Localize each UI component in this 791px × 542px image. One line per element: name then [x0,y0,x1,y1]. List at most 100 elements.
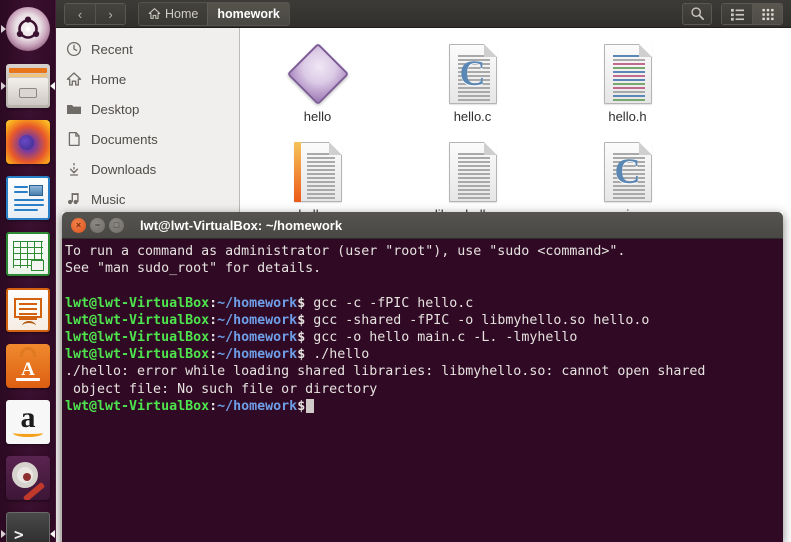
file-item-hello[interactable]: hello [240,38,395,124]
view-mode-switcher [721,2,783,25]
file-label: hello [303,109,332,124]
sidebar-item-documents[interactable]: Documents [56,124,239,154]
system-settings-icon [6,456,50,500]
close-icon: × [75,220,82,230]
ubuntu-logo-icon [6,7,50,51]
launcher-item-libreoffice-impress[interactable] [0,282,56,338]
terminal-prompt-sigil: $ [297,347,314,363]
terminal-prompt-line: lwt@lwt-VirtualBox:~/homework$ ./hello [65,346,783,363]
file-manager-header: ‹ › Home homework [56,0,791,28]
terminal-command: gcc -shared -fPIC -o libmyhello.so hello… [313,312,650,328]
maximize-button[interactable]: □ [109,217,124,233]
sidebar-item-music[interactable]: Music [56,184,239,214]
launcher-item-files[interactable] [0,58,56,114]
terminal-prompt-line: lwt@lwt-VirtualBox:~/homework$ gcc -o he… [65,329,783,346]
file-row: hello.o libmyhello.so C main.c [240,136,791,222]
terminal-left-edge [60,239,62,542]
terminal-prompt-path: ~/homework [217,295,298,311]
shared-library-file-icon [448,142,497,202]
terminal-text-line [65,277,783,294]
chevron-right-icon: › [108,7,113,22]
terminal-text-line: object file: No such file or directory [65,381,378,397]
header-tools [682,2,783,25]
terminal-output[interactable]: To run a command as administrator (user … [62,239,783,542]
terminal-text-line: See "man sudo_root" for details. [65,261,322,277]
sidebar-item-home[interactable]: Home [56,64,239,94]
terminal-prompt-colon: : [209,347,218,363]
terminal-prompt-user: lwt@lwt-VirtualBox [65,398,210,414]
launcher-pip-icon [1,25,6,33]
terminal-command: gcc -o hello main.c -L. -lmyhello [313,330,578,346]
file-item-libmyhello-so[interactable]: libmyhello.so [395,136,550,222]
terminal-prompt-path: ~/homework [217,398,298,414]
file-label: hello.h [608,109,647,124]
minimize-icon: − [94,220,101,230]
terminal-prompt-line: lwt@lwt-VirtualBox:~/homework$ [65,398,783,415]
list-view-button[interactable] [722,3,752,24]
sidebar-label-recent: Recent [91,41,133,57]
terminal-prompt-path: ~/homework [217,347,298,363]
terminal-title: lwt@lwt-VirtualBox: ~/homework [140,217,343,233]
launcher-item-amazon[interactable]: a [0,394,56,450]
terminal-prompt-path: ~/homework [217,330,298,346]
back-button[interactable]: ‹ [65,3,95,24]
launcher-item-ubuntu-software[interactable]: A [0,338,56,394]
file-row: hello C hello.c hello.h [240,38,791,124]
sidebar-item-recent[interactable]: Recent [56,34,239,64]
file-item-hello-h[interactable]: hello.h [550,38,705,124]
launcher-item-firefox[interactable] [0,114,56,170]
terminal-title-bar[interactable]: × − □ lwt@lwt-VirtualBox: ~/homework [62,212,783,239]
terminal-prompt-user: lwt@lwt-VirtualBox [65,347,210,363]
launcher-item-libreoffice-calc[interactable] [0,226,56,282]
amazon-icon: a [6,400,50,444]
launcher-item-system-settings[interactable] [0,450,56,506]
launcher-item-ubuntu-dash[interactable] [0,0,56,58]
sidebar-label-downloads: Downloads [91,161,157,177]
object-file-icon [293,142,342,202]
grid-view-icon [761,8,774,21]
file-item-main-c[interactable]: C main.c [550,136,705,222]
terminal-prompt-sigil: $ [297,312,314,328]
terminal-prompt-sigil: $ [297,398,306,414]
c-header-file-icon [603,44,652,104]
list-view-icon [730,8,744,21]
terminal-prompt-user: lwt@lwt-VirtualBox [65,330,210,346]
search-icon [690,7,704,20]
download-icon [65,161,82,178]
launcher-pip-active-icon [50,82,55,90]
grid-view-button[interactable] [752,3,782,24]
terminal-prompt-line: lwt@lwt-VirtualBox:~/homework$ gcc -shar… [65,312,783,329]
forward-button[interactable]: › [95,3,125,24]
executable-icon [286,42,349,106]
terminal-prompt-colon: : [209,398,218,414]
files-icon [6,64,50,108]
breadcrumb-item-home[interactable]: Home [139,2,208,25]
minimize-button[interactable]: − [90,217,105,233]
home-icon [148,8,161,19]
sidebar-item-desktop[interactable]: Desktop [56,94,239,124]
terminal-icon: >_ [6,512,50,542]
unity-launcher: A a >_ [0,0,56,542]
breadcrumb-label-home: Home [165,6,199,21]
libreoffice-calc-icon [6,232,50,276]
music-icon [65,191,82,208]
sidebar-label-desktop: Desktop [91,101,140,117]
terminal-text-line: To run a command as administrator (user … [65,244,626,259]
launcher-item-libreoffice-writer[interactable] [0,170,56,226]
breadcrumb: Home homework [138,1,290,26]
sidebar-label-documents: Documents [91,131,158,147]
launcher-item-terminal[interactable]: >_ [0,506,56,542]
terminal-text-line: ./hello: error while loading shared libr… [65,364,706,380]
c-source-file-icon: C [448,44,497,104]
file-item-hello-o[interactable]: hello.o [240,136,395,222]
firefox-icon [6,120,50,164]
sidebar-item-downloads[interactable]: Downloads [56,154,239,184]
c-source-file-icon: C [603,142,652,202]
sidebar-label-home: Home [91,71,127,87]
breadcrumb-item-homework[interactable]: homework [207,2,289,25]
search-button[interactable] [682,2,712,25]
close-button[interactable]: × [71,217,86,233]
file-label: hello.c [453,109,492,124]
terminal-cursor [306,398,315,413]
file-item-hello-c[interactable]: C hello.c [395,38,550,124]
